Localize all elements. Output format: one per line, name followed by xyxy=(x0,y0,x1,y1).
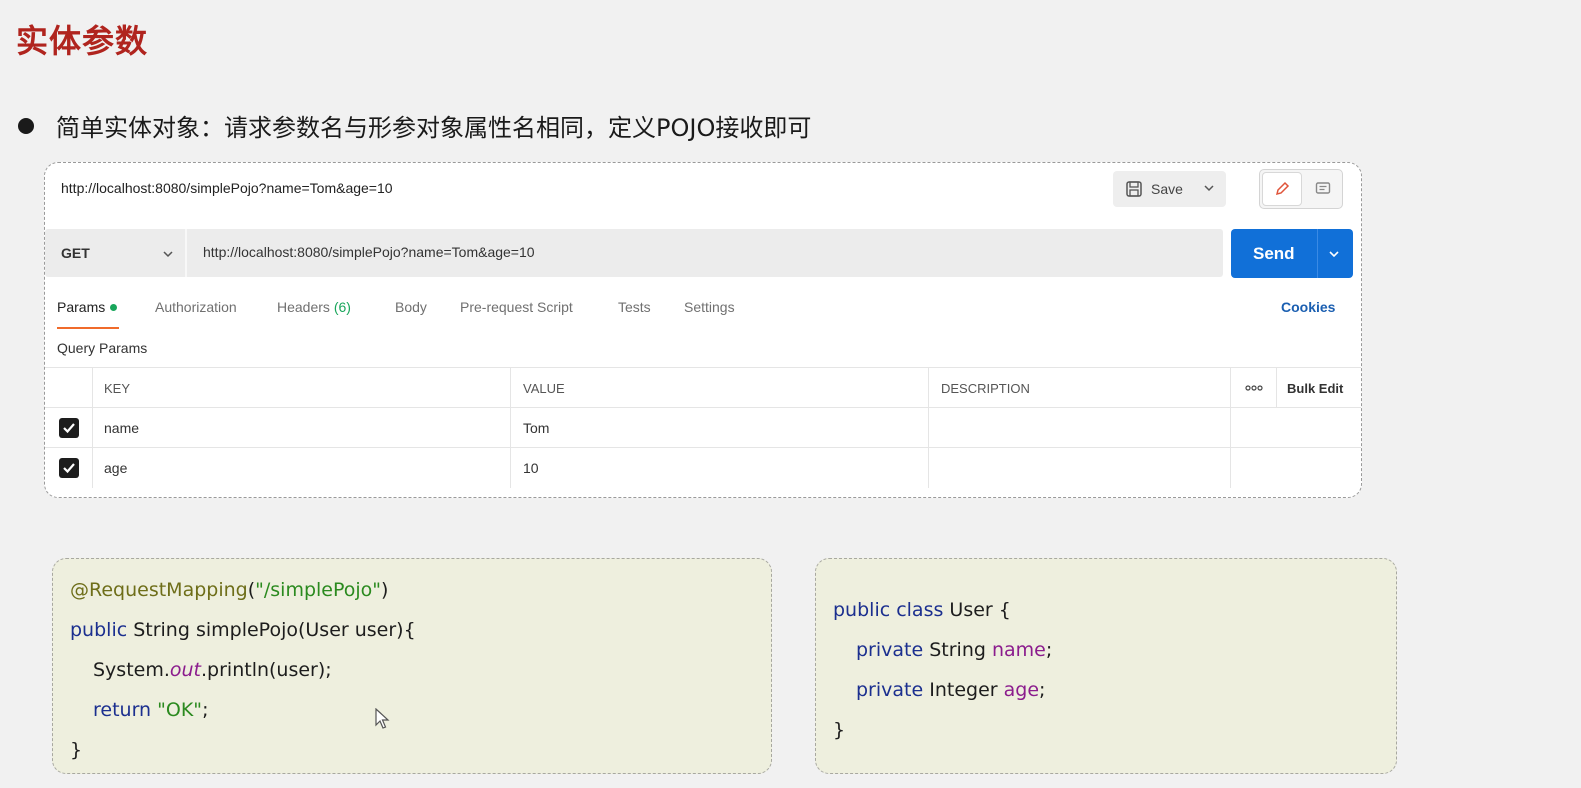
controller-code-box: @RequestMapping("/simplePojo") public St… xyxy=(52,558,772,774)
code-line-1: public class User { xyxy=(833,599,1011,621)
param-description-cell[interactable] xyxy=(929,408,1231,448)
chevron-down-icon[interactable] xyxy=(1327,247,1341,261)
view-mode-toggle xyxy=(1259,169,1343,209)
bulk-edit-button[interactable]: Bulk Edit xyxy=(1277,368,1361,408)
tab-tests[interactable]: Tests xyxy=(618,299,651,315)
param-value-cell[interactable]: Tom xyxy=(511,408,929,448)
param-key-cell[interactable]: name xyxy=(93,408,511,448)
request-tabs: Params Authorization Headers (6) Body Pr… xyxy=(57,291,1357,331)
code-line-3: System.out.println(user); xyxy=(93,659,332,681)
postman-panel: http://localhost:8080/simplePojo?name=To… xyxy=(44,162,1362,498)
save-button[interactable]: Save xyxy=(1113,171,1226,207)
more-dots-icon xyxy=(1244,385,1263,391)
column-header-description: DESCRIPTION xyxy=(929,368,1231,408)
bullet-text: 简单实体对象：请求参数名与形参对象属性名相同，定义POJO接收即可 xyxy=(56,114,812,142)
table-row: age 10 xyxy=(45,447,1361,488)
row-checkbox[interactable] xyxy=(45,448,93,488)
bullet-dot-icon xyxy=(18,117,34,134)
table-row: name Tom xyxy=(45,407,1361,448)
chevron-down-icon xyxy=(163,251,173,258)
code-line-3: private Integer age; xyxy=(856,679,1046,701)
header-check-cell xyxy=(45,368,93,408)
code-line-5: } xyxy=(70,739,83,761)
method-label: GET xyxy=(61,245,90,261)
tab-params[interactable]: Params xyxy=(57,299,120,329)
send-button[interactable]: Send xyxy=(1231,229,1353,278)
url-input[interactable]: http://localhost:8080/simplePojo?name=To… xyxy=(203,244,535,260)
user-class-code-box: public class User { private String name;… xyxy=(815,558,1397,774)
slide-title: 实体参数 xyxy=(16,22,149,60)
tab-settings[interactable]: Settings xyxy=(684,299,735,315)
code-line-2: public String simplePojo(User user){ xyxy=(70,619,416,641)
send-divider xyxy=(1317,229,1318,278)
tab-body[interactable]: Body xyxy=(395,299,427,315)
checkbox-checked-icon xyxy=(58,418,79,438)
param-description-cell[interactable] xyxy=(929,448,1231,488)
tab-pre-request-script[interactable]: Pre-request Script xyxy=(460,299,573,315)
table-header-row: KEY VALUE DESCRIPTION Bulk Edit xyxy=(45,367,1361,408)
bullet-point: 简单实体对象：请求参数名与形参对象属性名相同，定义POJO接收即可 xyxy=(16,108,811,143)
edit-mode-button[interactable] xyxy=(1262,172,1302,206)
request-header-bar: http://localhost:8080/simplePojo?name=To… xyxy=(45,163,1361,215)
cookies-link[interactable]: Cookies xyxy=(1281,299,1335,315)
code-line-2: private String name; xyxy=(856,639,1053,661)
query-params-table: KEY VALUE DESCRIPTION Bulk Edit name Tom xyxy=(45,367,1361,488)
code-line-4: } xyxy=(833,719,846,741)
more-options-button[interactable] xyxy=(1231,368,1277,408)
send-label: Send xyxy=(1253,243,1295,263)
chevron-down-icon[interactable] xyxy=(1202,181,1216,195)
query-params-heading: Query Params xyxy=(57,340,148,356)
column-header-value: VALUE xyxy=(511,368,929,408)
row-checkbox[interactable] xyxy=(45,408,93,448)
params-active-dot xyxy=(110,304,118,311)
tab-headers[interactable]: Headers (6) xyxy=(277,299,351,315)
comment-icon xyxy=(1315,182,1331,194)
save-icon xyxy=(1126,181,1142,197)
comments-button[interactable] xyxy=(1304,170,1342,208)
request-tab-title[interactable]: http://localhost:8080/simplePojo?name=To… xyxy=(61,180,393,196)
save-label: Save xyxy=(1151,181,1183,197)
param-key-cell[interactable]: age xyxy=(93,448,511,488)
checkbox-checked-icon xyxy=(58,458,79,478)
tab-authorization[interactable]: Authorization xyxy=(155,299,237,315)
mouse-cursor-icon xyxy=(375,708,390,729)
request-url-bar: GET http://localhost:8080/simplePojo?nam… xyxy=(45,229,1223,277)
param-value-cell[interactable]: 10 xyxy=(511,448,929,488)
headers-count: (6) xyxy=(333,299,351,315)
pencil-icon xyxy=(1275,181,1290,196)
code-line-4: return "OK"; xyxy=(93,699,209,721)
code-line-1: @RequestMapping("/simplePojo") xyxy=(70,579,389,601)
method-select[interactable]: GET xyxy=(45,229,187,277)
column-header-key: KEY xyxy=(93,368,511,408)
